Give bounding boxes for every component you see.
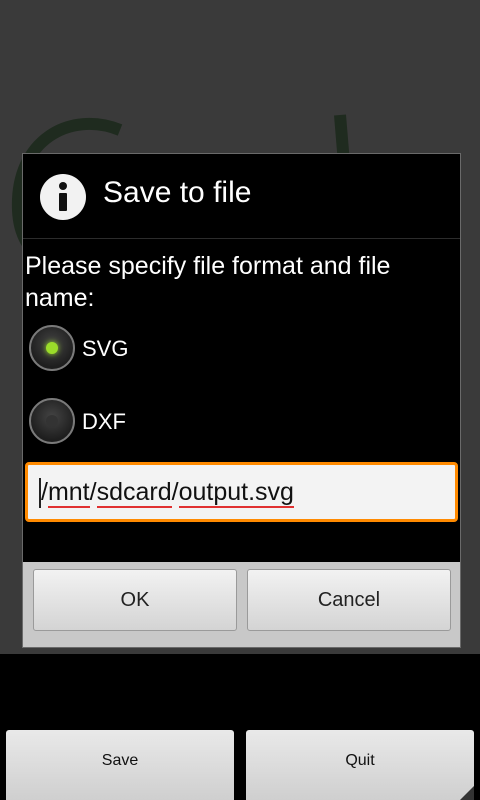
filename-input[interactable] (25, 462, 458, 522)
dialog-title: Save to file (103, 176, 252, 209)
info-icon (40, 174, 86, 220)
save-button[interactable]: Save (6, 730, 234, 800)
corner-marker (460, 786, 474, 800)
quit-label: Quit (345, 752, 375, 769)
radio-selected-dot (46, 342, 58, 354)
radio-button-svg[interactable] (29, 325, 75, 371)
radio-button-dxf[interactable] (29, 398, 75, 444)
ok-button[interactable]: OK (33, 569, 237, 631)
radio-dxf[interactable]: DXF (29, 397, 329, 447)
save-dialog: Save to file Please specify file format … (22, 153, 461, 648)
radio-unselected-dot (46, 415, 58, 427)
radio-label-dxf: DXF (82, 409, 126, 434)
dialog-header: Save to file (23, 154, 460, 239)
radio-label-svg: SVG (82, 336, 129, 361)
cancel-button[interactable]: Cancel (247, 569, 451, 631)
dialog-message: Please specify file format and file name… (25, 252, 391, 312)
radio-svg[interactable]: SVG (29, 324, 329, 374)
text-cursor (39, 478, 41, 508)
dialog-button-bar: OK Cancel (23, 562, 460, 647)
quit-button[interactable]: Quit (246, 730, 474, 800)
